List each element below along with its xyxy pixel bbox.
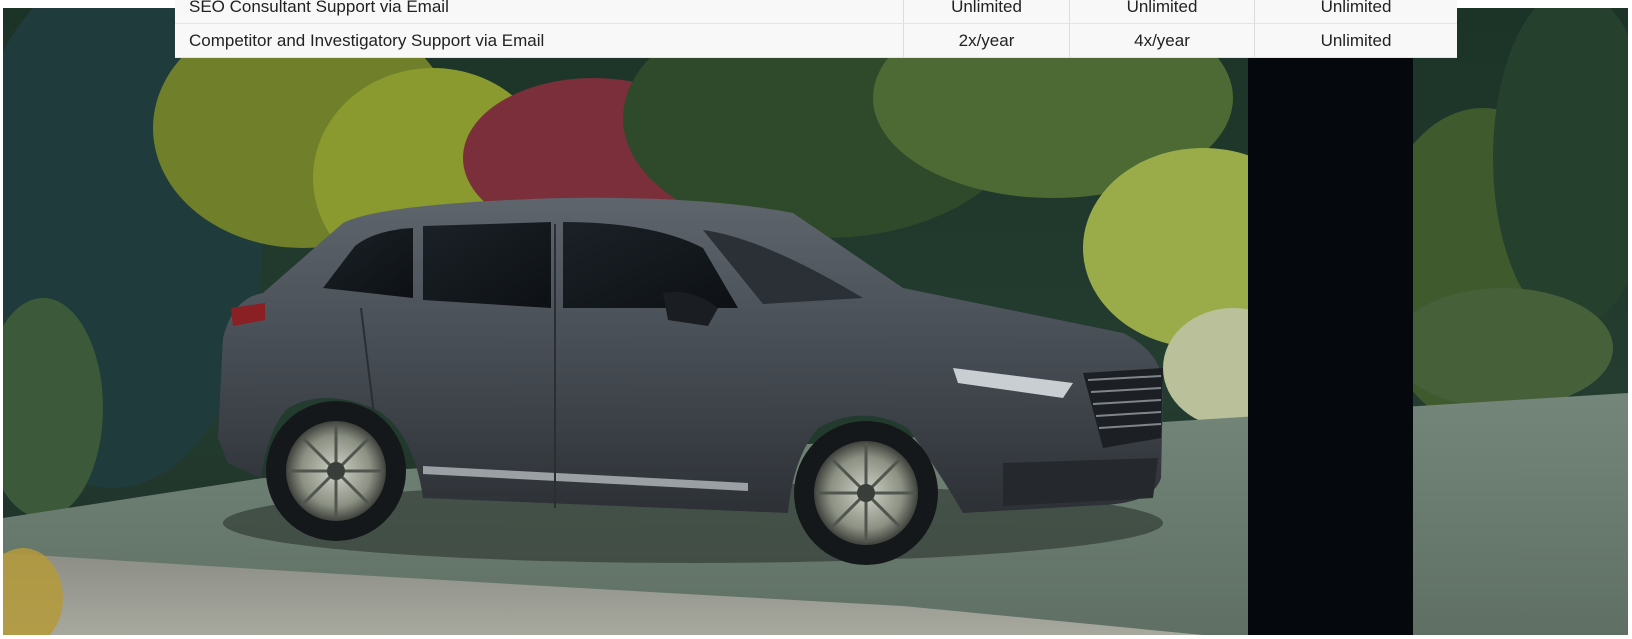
hero-photo-suv — [3, 8, 1628, 635]
plan-value-cell: Unlimited — [1069, 0, 1255, 24]
page: SEO Consultant Support via Email Unlimit… — [0, 0, 1632, 639]
plan-value-cell: 2x/year — [903, 23, 1070, 58]
table-row: SEO Consultant Support via Email Unlimit… — [175, 0, 1457, 24]
feature-cell: SEO Consultant Support via Email — [175, 0, 904, 24]
plan-value-cell: 4x/year — [1069, 23, 1255, 58]
plan-value-cell: Unlimited — [903, 0, 1070, 24]
plan-value-cell: Unlimited — [1254, 23, 1457, 58]
table-row: Competitor and Investigatory Support via… — [175, 23, 1457, 58]
feature-cell: Competitor and Investigatory Support via… — [175, 23, 904, 58]
pricing-comparison-table: SEO Consultant Support via Email Unlimit… — [175, 0, 1457, 58]
plan-value-cell: Unlimited — [1254, 0, 1457, 24]
